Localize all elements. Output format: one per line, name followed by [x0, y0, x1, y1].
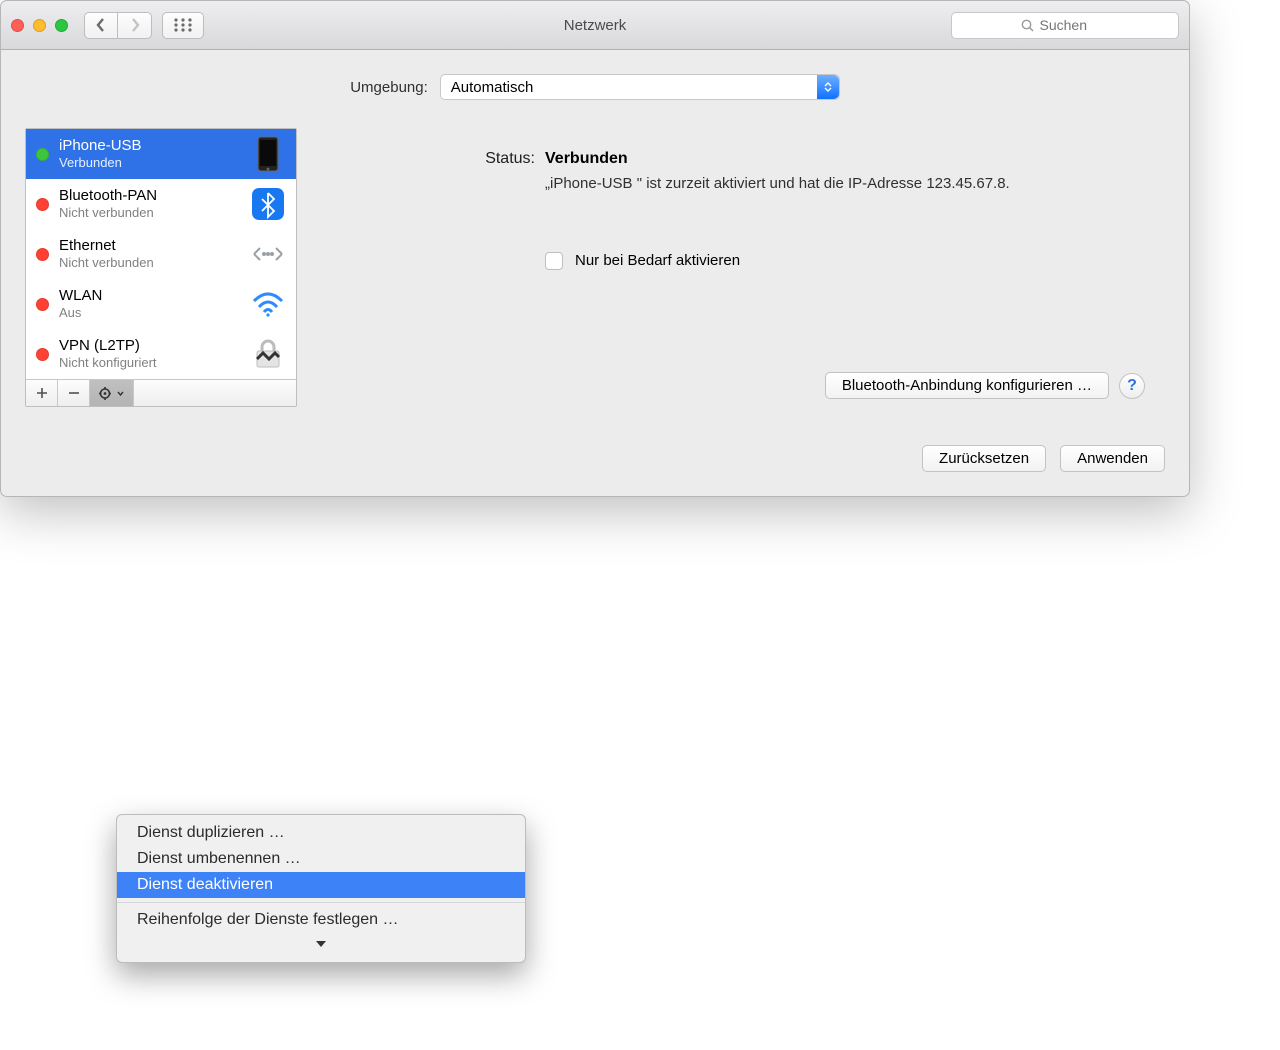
status-description: „iPhone-USB " ist zurzeit aktiviert und … — [545, 174, 1145, 194]
service-name: iPhone-USB — [59, 137, 240, 155]
apply-button[interactable]: Anwenden — [1060, 445, 1165, 472]
back-button[interactable] — [84, 12, 118, 39]
service-item-bluetooth-pan[interactable]: Bluetooth-PAN Nicht verbunden — [26, 179, 296, 229]
search-icon — [1021, 19, 1034, 32]
service-detail: Status: Verbunden „iPhone-USB " ist zurz… — [309, 128, 1165, 407]
menu-set-service-order[interactable]: Reihenfolge der Dienste festlegen … — [117, 907, 525, 933]
gear-icon — [99, 386, 114, 401]
menu-rename-service[interactable]: Dienst umbenennen … — [117, 846, 525, 872]
grid-icon — [174, 18, 192, 32]
bluetooth-icon — [250, 186, 286, 222]
service-actions-button[interactable] — [90, 380, 134, 406]
ethernet-icon — [250, 236, 286, 272]
status-value: Verbunden — [545, 150, 1145, 168]
service-item-wlan[interactable]: WLAN Aus — [26, 279, 296, 329]
add-service-button[interactable] — [26, 380, 58, 406]
menu-more-indicator-icon — [117, 933, 525, 957]
location-value: Automatisch — [451, 79, 534, 96]
service-status: Nicht verbunden — [59, 205, 240, 221]
service-status: Verbunden — [59, 155, 240, 171]
lock-icon — [250, 336, 286, 372]
zoom-window-button[interactable] — [55, 19, 68, 32]
menu-duplicate-service[interactable]: Dienst duplizieren … — [117, 820, 525, 846]
service-item-vpn[interactable]: VPN (L2TP) Nicht konfiguriert — [26, 329, 296, 379]
nav-back-forward — [84, 12, 152, 39]
service-sidebar: iPhone-USB Verbunden Bluetooth-PAN Nicht… — [25, 128, 297, 407]
service-status: Nicht verbunden — [59, 255, 240, 271]
status-dot-disconnected-icon — [36, 248, 49, 261]
revert-button[interactable]: Zurücksetzen — [922, 445, 1046, 472]
service-actions-menu: Dienst duplizieren … Dienst umbenennen …… — [116, 814, 526, 963]
remove-service-button[interactable] — [58, 380, 90, 406]
close-window-button[interactable] — [11, 19, 24, 32]
location-row: Umgebung: Automatisch — [25, 74, 1165, 100]
chevron-down-icon — [117, 391, 124, 396]
help-button[interactable]: ? — [1119, 373, 1145, 399]
plus-icon — [36, 387, 48, 399]
wifi-icon — [250, 286, 286, 322]
on-demand-label: Nur bei Bedarf aktivieren — [575, 252, 740, 269]
on-demand-row: Nur bei Bedarf aktivieren — [545, 252, 1145, 270]
status-dot-disconnected-icon — [36, 198, 49, 211]
show-all-button[interactable] — [162, 12, 204, 39]
location-label: Umgebung: — [350, 79, 428, 96]
service-name: Ethernet — [59, 237, 240, 255]
service-name: VPN (L2TP) — [59, 337, 240, 355]
service-name: Bluetooth-PAN — [59, 187, 240, 205]
on-demand-checkbox[interactable] — [545, 252, 563, 270]
minimize-window-button[interactable] — [33, 19, 46, 32]
location-select[interactable]: Automatisch — [440, 74, 840, 100]
service-item-ethernet[interactable]: Ethernet Nicht verbunden — [26, 229, 296, 279]
service-list: iPhone-USB Verbunden Bluetooth-PAN Nicht… — [26, 129, 296, 379]
service-status: Nicht konfiguriert — [59, 355, 240, 371]
iphone-icon — [250, 136, 286, 172]
select-stepper-icon — [817, 75, 839, 99]
status-dot-connected-icon — [36, 148, 49, 161]
window-footer: Zurücksetzen Anwenden — [1, 427, 1189, 496]
service-status: Aus — [59, 305, 240, 321]
window-controls — [11, 19, 68, 32]
minus-icon — [68, 387, 80, 399]
titlebar: Netzwerk — [1, 1, 1189, 50]
search-input[interactable] — [1040, 17, 1110, 33]
status-dot-disconnected-icon — [36, 348, 49, 361]
sidebar-footer — [26, 379, 296, 406]
menu-separator — [117, 902, 525, 903]
service-name: WLAN — [59, 287, 240, 305]
configure-bluetooth-button[interactable]: Bluetooth-Anbindung konfigurieren … — [825, 372, 1109, 399]
status-dot-disconnected-icon — [36, 298, 49, 311]
forward-button[interactable] — [118, 12, 152, 39]
menu-deactivate-service[interactable]: Dienst deaktivieren — [117, 872, 525, 898]
search-field[interactable] — [951, 12, 1179, 39]
status-label: Status: — [329, 150, 535, 194]
network-prefs-window: Netzwerk Umgebung: Automatisch — [0, 0, 1190, 497]
service-item-iphone-usb[interactable]: iPhone-USB Verbunden — [26, 129, 296, 179]
